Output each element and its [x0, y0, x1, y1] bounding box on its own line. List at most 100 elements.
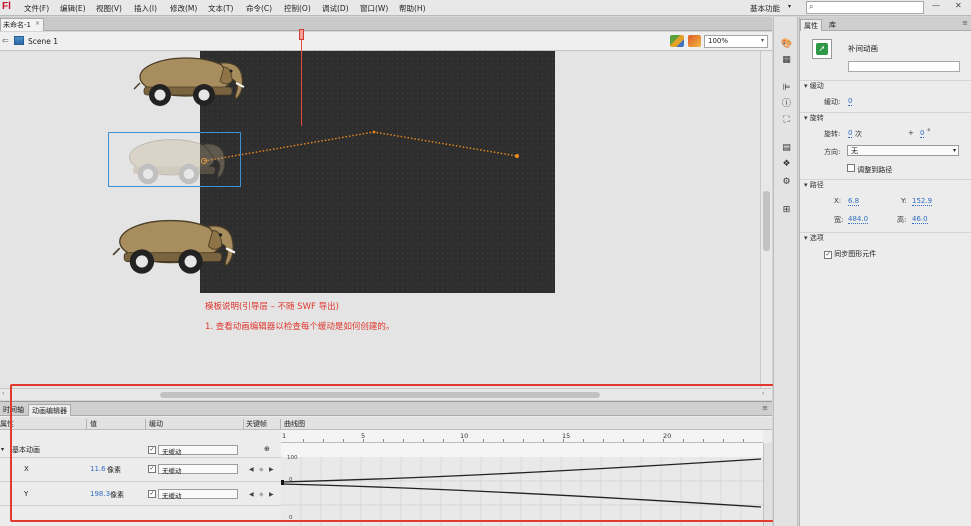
components-icon[interactable]: ❖ [781, 159, 792, 169]
document-tab-bar: 未命名-1 × [0, 17, 772, 31]
elephant-car-top[interactable] [128, 53, 250, 109]
library-icon[interactable]: ▤ [781, 143, 792, 153]
motion-presets-icon[interactable]: ⚙ [781, 177, 792, 187]
menu-window[interactable]: 窗口(W) [360, 3, 388, 14]
ease-enable-checkbox[interactable]: ✓ [148, 446, 156, 454]
scene-icon [14, 36, 24, 45]
direction-select[interactable]: 无 ▾ [847, 145, 959, 156]
section-path[interactable]: ▾ 路径 [800, 179, 971, 190]
expand-icon[interactable]: ▾ [804, 114, 808, 122]
prev-keyframe-icon[interactable]: ◀ [249, 466, 254, 473]
tab-timeline[interactable]: 时间轴 [0, 404, 27, 416]
menu-modify[interactable]: 修改(M) [170, 3, 197, 14]
path-width-value[interactable]: 484.0 [848, 215, 869, 224]
ease-select-y[interactable]: 无缓动 [158, 489, 238, 500]
expand-icon[interactable]: ▾ [804, 82, 808, 90]
ease-value[interactable]: 0 [848, 97, 853, 106]
menu-control[interactable]: 控制(O) [284, 3, 311, 14]
menu-file[interactable]: 文件(F) [24, 3, 49, 14]
stage-horizontal-scrollbar[interactable]: ‹ › [0, 388, 772, 400]
add-keyframe-icon[interactable]: ◆ [259, 466, 264, 473]
column-ease: 缓动 [149, 420, 163, 428]
motion-curve-svg[interactable] [281, 443, 763, 526]
property-value-y[interactable]: 198.3 [90, 490, 110, 498]
edit-symbols-icon[interactable] [670, 35, 684, 47]
frame-ruler[interactable]: 1 5 10 15 20 [281, 430, 763, 443]
close-tab-icon[interactable]: × [35, 20, 40, 27]
motion-curve-graph[interactable]: 100 0 0 [281, 443, 763, 526]
elephant-car-bottom[interactable] [106, 215, 242, 277]
menu-commands[interactable]: 命令(C) [246, 3, 272, 14]
property-row-x[interactable]: X 11.6 像素 ✓ 无缓动 ◀ ◆ ▶ [0, 458, 281, 481]
workspace-switcher[interactable]: 基本功能 [750, 3, 780, 14]
menu-text[interactable]: 文本(T) [208, 3, 233, 14]
panel-menu-icon[interactable]: ≡ [762, 404, 768, 412]
orient-to-path-label: 调整到路径 [857, 166, 893, 174]
document-tab[interactable]: 未命名-1 × [0, 18, 44, 31]
instance-name-input[interactable] [848, 61, 960, 72]
rotate-degrees-value[interactable]: 0 [920, 129, 925, 138]
property-value-x[interactable]: 11.6 [90, 465, 106, 473]
scroll-left-icon[interactable]: ‹ [2, 390, 4, 397]
search-input[interactable]: ⌕ [806, 1, 924, 14]
path-y-label: Y: [901, 197, 907, 205]
stage-vertical-scrollbar[interactable] [760, 51, 772, 388]
ease-checkbox-x[interactable]: ✓ [148, 465, 156, 473]
tab-motion-editor[interactable]: 动画编辑器 [28, 404, 71, 416]
rotate-times-value[interactable]: 0 [848, 129, 853, 138]
path-x-value[interactable]: 6.8 [848, 197, 860, 206]
tab-library[interactable]: 库 [826, 19, 839, 31]
section-ease[interactable]: ▾ 缓动 [800, 80, 971, 91]
edit-scene-icon[interactable] [688, 35, 701, 47]
scroll-right-icon[interactable]: › [762, 390, 764, 397]
next-keyframe-icon[interactable]: ▶ [269, 491, 274, 498]
section-ease-select[interactable]: 无缓动 [158, 445, 238, 456]
workspace-dropdown-icon[interactable]: ▾ [788, 3, 791, 10]
minimize-icon[interactable]: — [932, 1, 940, 10]
property-row-y[interactable]: Y 198.3 像素 ✓ 无缓动 ◀ ◆ ▶ [0, 482, 281, 505]
prev-keyframe-icon[interactable]: ◀ [249, 491, 254, 498]
swatches-icon[interactable]: ▦ [781, 55, 792, 65]
align-icon[interactable]: ⊫ [781, 83, 792, 93]
section-rotation[interactable]: ▾ 旋转 [800, 112, 971, 123]
history-icon[interactable]: ⊞ [781, 205, 792, 215]
motion-editor-vertical-scrollbar[interactable] [763, 443, 772, 526]
menu-insert[interactable]: 插入(I) [134, 3, 157, 14]
zoom-select[interactable]: 100% ▾ [704, 35, 768, 48]
sync-graphic-row[interactable]: ✓ 同步图形元件 [824, 249, 876, 259]
add-property-icon[interactable]: ⊕ [264, 445, 270, 453]
color-icon[interactable]: 🎨 [781, 39, 792, 49]
menu-debug[interactable]: 调试(D) [322, 3, 349, 14]
ease-checkbox-y[interactable]: ✓ [148, 490, 156, 498]
section-row-basic-motion[interactable]: ▾ 基本动画 ✓ 无缓动 ⊕ [0, 443, 281, 457]
menu-help[interactable]: 帮助(H) [399, 3, 426, 14]
path-y-value[interactable]: 152.9 [912, 197, 933, 206]
orient-to-path-checkbox[interactable] [847, 164, 855, 172]
close-window-icon[interactable]: ✕ [955, 1, 962, 10]
menu-edit[interactable]: 编辑(E) [60, 3, 86, 14]
stage-horizontal-scroll-thumb[interactable] [160, 392, 600, 398]
orient-to-path-row[interactable]: 调整到路径 [847, 164, 892, 175]
pasteboard[interactable]: 模板说明(引导层 – 不随 SWF 导出) 1. 查看动画编辑器以检查每个缓动是… [0, 51, 760, 388]
menu-view[interactable]: 视图(V) [96, 3, 122, 14]
property-name-x: X [24, 465, 29, 473]
section-options[interactable]: ▾ 选项 [800, 232, 971, 243]
sync-graphic-checkbox[interactable]: ✓ [824, 251, 832, 259]
scene-label[interactable]: Scene 1 [28, 37, 58, 46]
ease-select-x[interactable]: 无缓动 [158, 464, 238, 475]
stage-vertical-scroll-thumb[interactable] [763, 191, 770, 251]
next-keyframe-icon[interactable]: ▶ [269, 466, 274, 473]
tab-properties[interactable]: 属性 [800, 19, 822, 31]
playhead-handle[interactable] [299, 29, 304, 40]
expand-icon[interactable]: ▾ [804, 181, 808, 189]
transform-icon[interactable]: ⛶ [781, 115, 792, 125]
add-keyframe-icon[interactable]: ◆ [259, 491, 264, 498]
property-name-y: Y [24, 490, 29, 498]
info-icon[interactable]: ⓘ [781, 99, 792, 109]
back-arrow-icon[interactable]: ⇐ [2, 36, 9, 45]
path-height-value[interactable]: 46.0 [912, 215, 928, 224]
edit-bar: ⇐ Scene 1 100% ▾ [0, 32, 772, 51]
properties-panel-menu-icon[interactable]: ≡ [962, 19, 968, 27]
expand-icon[interactable]: ▾ [804, 234, 808, 242]
expand-icon[interactable]: ▾ [1, 446, 4, 453]
